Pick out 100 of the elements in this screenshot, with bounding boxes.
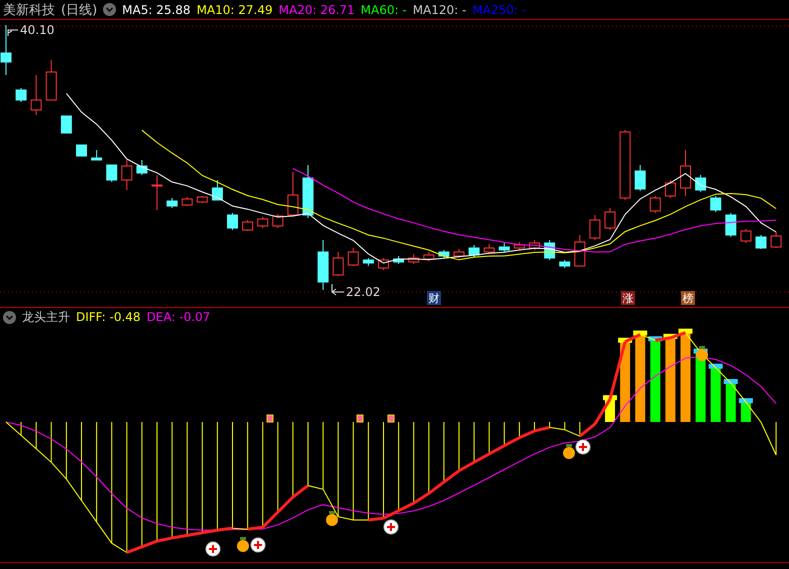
candlestick [725,212,736,238]
rising-segment [473,452,490,464]
high-price-label: 40.10 [20,23,54,37]
histogram-line [518,422,520,438]
histogram-line [443,422,444,483]
histogram-line [504,422,505,446]
histogram-line [66,422,67,480]
candlestick [695,174,706,192]
rising-segment [428,480,445,495]
candlestick [152,174,162,210]
candlestick [664,180,676,198]
candlestick [30,74,42,116]
candlestick [756,234,766,250]
candlestick [574,234,586,266]
candlestick [770,232,782,248]
candlestick [46,60,57,100]
stock-name: 美新科技 [3,2,55,18]
candlestick [362,258,374,266]
candlestick [498,242,510,252]
ball-icon [326,511,338,526]
rising-segment [141,540,158,548]
rising-segment [398,502,414,512]
histogram-line [50,422,52,463]
candlestick [559,260,570,268]
rising-segment [126,545,142,554]
event-badge[interactable]: 财 [427,291,441,305]
candlestick [348,248,359,266]
candlestick [257,216,268,228]
candlestick [620,130,631,200]
candlestick [242,220,254,232]
histogram-line [549,422,550,428]
chart-period: (日线) [61,2,98,18]
candlestick [529,240,540,250]
candlestick [0,24,12,76]
candlestick [484,244,495,254]
ma-legend-value: MA60: - [360,2,407,16]
candlestick [166,198,178,208]
leader-line [8,30,18,36]
ma-legend-value: MA250: - [472,2,526,16]
histogram-line [534,422,535,432]
candlestick [589,214,600,240]
candlestick [710,196,722,212]
candlestick [454,248,464,258]
chevron-down-icon[interactable] [103,3,116,16]
indicator-name: 龙头主升 [22,308,70,326]
histogram-line [564,422,566,430]
candlestick [212,180,223,200]
histogram-line [36,422,37,450]
candlestick [106,164,118,182]
candlestick [740,228,752,244]
candlestick [408,254,420,264]
chevron-down-icon[interactable] [3,310,16,324]
histogram-line [474,422,475,463]
candlestick [318,240,329,290]
candlestick [227,212,238,230]
candlestick [378,258,389,270]
event-badge[interactable]: 涨 [621,291,635,305]
candlestick [121,160,132,190]
indicator-legend-value: DIFF: -0.48 [76,310,141,324]
candlestick [182,196,193,206]
leader-line [332,284,344,296]
candlestick [272,214,284,228]
signal-marker-icon [388,414,394,422]
rising-segment [443,470,460,484]
histogram-line [20,422,22,436]
rising-segment [412,492,430,504]
candlestick [634,164,646,192]
candlestick [136,160,148,176]
histogram-bar [708,364,723,422]
candlestick [287,172,298,216]
candlestick [91,150,102,160]
candlestick [423,252,434,262]
candlestick [604,208,616,230]
event-badge[interactable]: 榜 [681,291,695,305]
rising-segment [292,484,309,498]
ball-icon [696,346,708,361]
rising-segment [518,430,536,440]
candlestick [76,144,87,156]
candlestick [196,196,208,204]
signal-marker-icon [266,414,274,422]
histogram-line [322,422,324,490]
histogram-line [579,422,580,437]
histogram-line [776,422,777,456]
signal-marker-icon [356,414,364,422]
histogram-line [488,422,490,454]
ma-legend-value: MA20: 26.71 [278,2,355,16]
plus-circle-icon [250,538,266,552]
rising-segment [276,496,294,514]
candlestick [332,252,344,276]
indicator-legend-value: DEA: -0.07 [146,310,210,324]
candlestick [60,116,72,134]
candlestick [302,164,314,218]
candlestick [650,196,661,214]
plus-circle-icon [576,440,590,454]
rising-segment [670,331,686,340]
plus-circle-icon [206,542,220,556]
candlestick [468,244,480,258]
ma-legend-value: MA5: 25.88 [122,2,191,16]
candlestick [438,250,450,258]
rising-segment [458,460,475,472]
